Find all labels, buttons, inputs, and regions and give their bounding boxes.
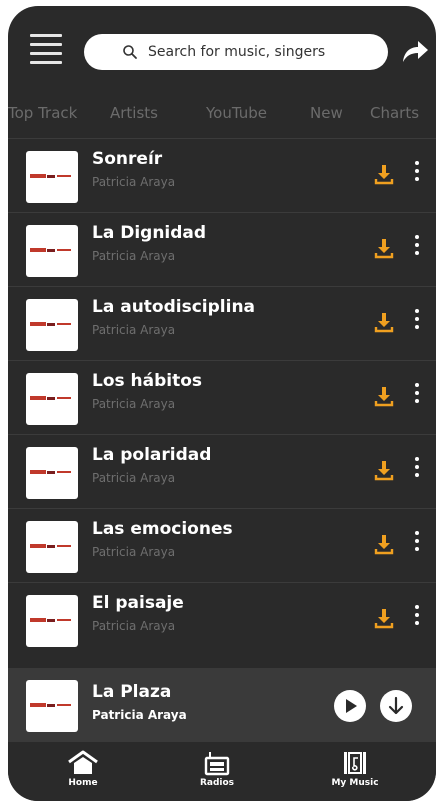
menu-line: [30, 61, 62, 64]
track-cover: [26, 595, 78, 647]
track-artist: Patricia Araya: [92, 397, 176, 411]
tab-top-track[interactable]: Top Track: [8, 104, 77, 122]
search-bar[interactable]: [84, 34, 388, 70]
play-icon: [346, 699, 357, 713]
tab-artists[interactable]: Artists: [110, 104, 158, 122]
more-options-icon[interactable]: [412, 531, 422, 557]
tab-charts[interactable]: Charts: [370, 104, 419, 122]
track-row[interactable]: La Dignidad Patricia Araya: [8, 212, 436, 287]
download-icon[interactable]: [374, 237, 394, 259]
track-cover: [26, 373, 78, 425]
search-input[interactable]: [146, 43, 370, 61]
menu-line: [30, 43, 62, 46]
now-playing-bar[interactable]: La Plaza Patricia Araya: [8, 668, 436, 742]
track-cover: [26, 299, 78, 351]
track-row[interactable]: La polaridad Patricia Araya: [8, 434, 436, 509]
track-cover: [26, 521, 78, 573]
menu-line: [30, 34, 62, 37]
nav-home[interactable]: Home: [38, 750, 128, 788]
app-screen: Top Track Artists YouTube New Charts Son…: [8, 6, 436, 801]
track-title: La Dignidad: [92, 223, 207, 243]
download-icon[interactable]: [374, 607, 394, 629]
download-icon[interactable]: [374, 533, 394, 555]
more-options-icon[interactable]: [412, 605, 422, 631]
download-button[interactable]: [380, 690, 412, 722]
tab-youtube[interactable]: YouTube: [206, 104, 267, 122]
now-playing-title: La Plaza: [92, 682, 172, 702]
home-icon: [68, 750, 98, 774]
radio-icon: [204, 752, 230, 776]
track-title: El paisaje: [92, 593, 184, 613]
download-icon[interactable]: [374, 311, 394, 333]
tab-new[interactable]: New: [310, 104, 343, 122]
search-icon: [123, 45, 137, 59]
track-title: Los hábitos: [92, 371, 203, 391]
music-library-icon: [344, 752, 366, 774]
track-artist: Patricia Araya: [92, 471, 176, 485]
track-row[interactable]: Sonreír Patricia Araya: [8, 138, 436, 213]
nav-home-label: Home: [68, 778, 98, 788]
more-options-icon[interactable]: [412, 457, 422, 483]
download-icon[interactable]: [374, 385, 394, 407]
play-button[interactable]: [334, 690, 366, 722]
track-artist: Patricia Araya: [92, 175, 176, 189]
track-title: La polaridad: [92, 445, 212, 465]
track-row[interactable]: Las emociones Patricia Araya: [8, 508, 436, 583]
menu-button[interactable]: [30, 34, 62, 68]
track-row[interactable]: La autodisciplina Patricia Araya: [8, 286, 436, 361]
more-options-icon[interactable]: [412, 309, 422, 335]
nav-my-music-label: My Music: [331, 778, 379, 788]
more-options-icon[interactable]: [412, 383, 422, 409]
track-artist: Patricia Araya: [92, 619, 176, 633]
track-row[interactable]: Los hábitos Patricia Araya: [8, 360, 436, 435]
track-artist: Patricia Araya: [92, 323, 176, 337]
menu-line: [30, 52, 62, 55]
arrow-down-icon: [388, 696, 404, 715]
download-icon[interactable]: [374, 163, 394, 185]
track-row[interactable]: El paisaje Patricia Araya: [8, 582, 436, 657]
track-artist: Patricia Araya: [92, 249, 176, 263]
nav-my-music[interactable]: My Music: [310, 750, 400, 788]
nav-radios[interactable]: Radios: [172, 750, 262, 788]
bottom-navigation: Home Radios My Music: [8, 744, 436, 801]
now-playing-artist: Patricia Araya: [92, 708, 187, 722]
share-arrow-icon[interactable]: [400, 36, 430, 66]
track-artist: Patricia Araya: [92, 545, 176, 559]
track-cover: [26, 447, 78, 499]
track-cover: [26, 151, 78, 203]
download-icon[interactable]: [374, 459, 394, 481]
header: [8, 6, 436, 88]
nav-radios-label: Radios: [199, 778, 235, 788]
more-options-icon[interactable]: [412, 161, 422, 187]
track-title: Las emociones: [92, 519, 233, 539]
track-title: La autodisciplina: [92, 297, 256, 317]
more-options-icon[interactable]: [412, 235, 422, 261]
now-playing-cover: [26, 680, 78, 732]
track-cover: [26, 225, 78, 277]
category-tabs: Top Track Artists YouTube New Charts: [8, 90, 436, 136]
track-title: Sonreír: [92, 149, 163, 169]
